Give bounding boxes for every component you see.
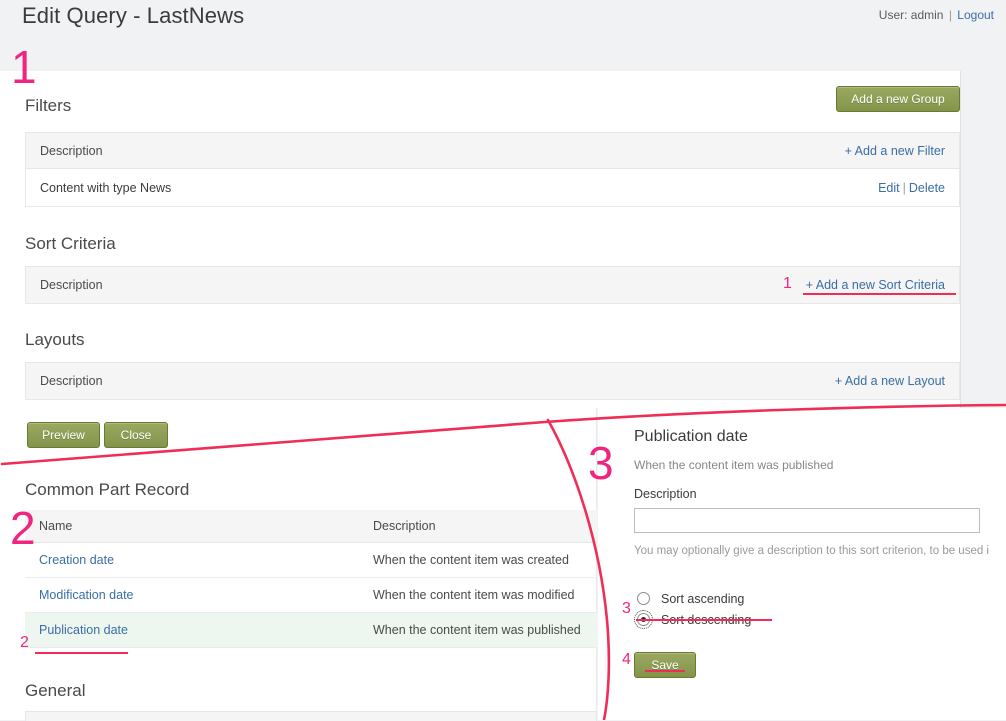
filters-heading: Filters [25, 96, 72, 115]
close-button[interactable]: Close [104, 422, 168, 448]
save-button[interactable]: Save [634, 652, 696, 678]
logout-link[interactable]: Logout [957, 8, 994, 22]
add-new-layout-link[interactable]: + Add a new Layout [835, 374, 945, 388]
record-link-modification-date[interactable]: Modification date [39, 588, 134, 602]
record-link-publication-date[interactable]: Publication date [39, 623, 128, 637]
record-name-cell: Publication date [25, 612, 359, 648]
table-row[interactable]: Creation date When the content item was … [25, 542, 597, 578]
description-input[interactable] [634, 508, 980, 533]
common-part-record-heading: Common Part Record [25, 480, 190, 499]
table-row[interactable]: Publication date When the content item w… [25, 612, 597, 648]
record-description-cell: When the content item was modified [359, 577, 597, 613]
filter-row-description: Content with type News [40, 180, 172, 195]
column-header-description: Description [359, 510, 597, 543]
query-editor-panel: Filters Add a new Group Description + Ad… [0, 71, 961, 408]
sort-criterion-form-panel: Publication date When the content item w… [598, 408, 1006, 720]
edit-filter-link[interactable]: Edit [878, 181, 900, 195]
common-part-record-panel: Preview Close Common Part Record Name De… [0, 408, 597, 721]
preview-button[interactable]: Preview [27, 422, 100, 448]
description-hint: You may optionally give a description to… [634, 545, 989, 557]
radio-label-sort-descending: Sort descending [661, 612, 752, 627]
radio-sort-ascending[interactable] [637, 592, 650, 605]
record-description-cell: When the content item was published [359, 612, 597, 648]
record-link-creation-date[interactable]: Creation date [39, 553, 114, 567]
add-new-filter-link[interactable]: + Add a new Filter [845, 144, 945, 158]
column-header-name: Name [25, 510, 359, 543]
top-bar: Edit Query - LastNews User: admin | Logo… [0, 0, 1006, 40]
user-separator: | [948, 8, 952, 22]
user-area: User: admin | Logout [879, 8, 994, 22]
radio-sort-descending[interactable] [634, 610, 653, 629]
user-label: User: admin [878, 8, 944, 22]
table-row[interactable]: Modification date When the content item … [25, 577, 597, 613]
table-header-row: Name Description [25, 510, 597, 543]
table-row: Content with type News Edit | Delete [26, 169, 959, 206]
general-heading: General [25, 681, 86, 700]
sort-criteria-heading: Sort Criteria [25, 234, 116, 253]
radio-row-sort-descending[interactable]: Sort descending [634, 609, 752, 630]
page-title: Edit Query - LastNews [22, 3, 245, 28]
filters-column-description: Description [40, 143, 103, 158]
record-description-cell: When the content item was created [359, 542, 597, 578]
delete-filter-link[interactable]: Delete [909, 181, 945, 195]
record-name-cell: Modification date [25, 577, 359, 613]
sort-criteria-table-header: Description + Add a new Sort Criteria [26, 267, 959, 303]
record-name-cell: Creation date [25, 542, 359, 578]
radio-row-sort-ascending[interactable]: Sort ascending [637, 588, 744, 609]
filters-table-header: Description + Add a new Filter [26, 133, 959, 169]
description-label: Description [634, 487, 697, 501]
add-new-sort-criteria-link[interactable]: + Add a new Sort Criteria [806, 278, 945, 292]
sort-form-subtitle: When the content item was published [634, 458, 834, 472]
common-part-record-table: Name Description Creation date When the … [25, 510, 597, 648]
radio-label-sort-ascending: Sort ascending [661, 591, 745, 606]
filter-row-actions: Edit | Delete [878, 181, 945, 195]
action-separator: | [902, 180, 906, 195]
add-new-group-button[interactable]: Add a new Group [836, 86, 960, 112]
layouts-heading: Layouts [25, 330, 85, 349]
sort-criteria-column-description: Description [40, 278, 103, 292]
layouts-table-header: Description + Add a new Layout [26, 363, 959, 399]
sort-form-title: Publication date [634, 428, 748, 445]
layouts-column-description: Description [40, 374, 103, 388]
